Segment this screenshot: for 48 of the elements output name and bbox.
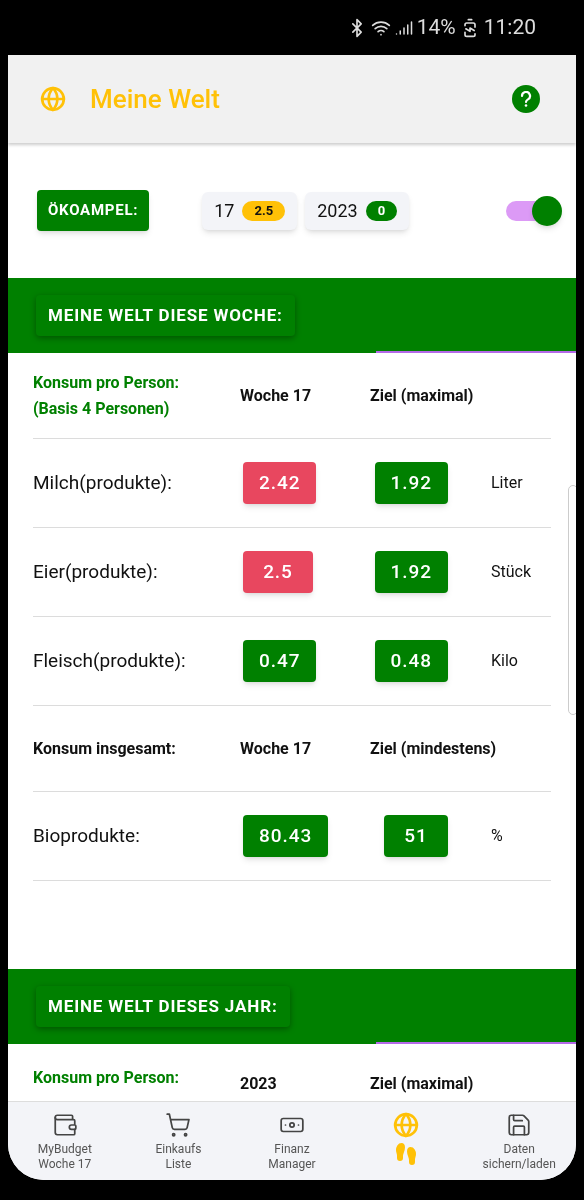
row-label: Milch(produkte):: [33, 469, 173, 496]
footprints-icon: [393, 1142, 418, 1166]
target-value: 1.92: [374, 462, 448, 504]
globe-icon: [40, 86, 66, 112]
current-value: 2.5: [243, 551, 313, 593]
current-value: 2.42: [243, 462, 317, 504]
chip-label: 2023: [317, 199, 358, 223]
unit-label: Liter: [491, 472, 524, 494]
target-value: 0.48: [374, 640, 448, 682]
current-value: 80.43: [243, 815, 329, 857]
nav-tab[interactable]: Einkaufs Liste: [121, 1102, 236, 1180]
clock: 11:20: [483, 13, 536, 41]
row-label: Fleisch(produkte):: [33, 647, 187, 674]
target-value: 1.92: [374, 551, 448, 593]
help-icon: [519, 91, 533, 107]
current-value: 0.47: [243, 640, 317, 682]
column-header: Ziel (maximal): [370, 1073, 474, 1095]
chip-label: 17: [214, 199, 235, 223]
column-header: Ziel (maximal): [370, 384, 474, 407]
column-header: Ziel (mindestens): [370, 737, 497, 760]
nav-tab[interactable]: MyBudget Woche 17: [8, 1102, 122, 1180]
score-badge: 2.5: [242, 200, 286, 221]
globe-icon: [392, 1112, 419, 1138]
score-badge: 0: [365, 200, 398, 221]
toggle-switch[interactable]: [506, 194, 562, 227]
nav-tab[interactable]: Finanz Manager: [235, 1102, 349, 1180]
column-header: Woche 17: [240, 737, 313, 760]
traffic-light-label: ÖKOAMPEL:: [37, 190, 150, 231]
signal-icon: [394, 18, 413, 37]
target-value: 51: [384, 815, 448, 857]
unit-label: Kilo: [491, 650, 519, 672]
cart-icon: [165, 1112, 192, 1138]
unit-label: %: [491, 825, 504, 847]
column-header: 2023: [240, 1073, 278, 1095]
battery-percent: 14%: [416, 13, 456, 41]
unit-label: Stück: [491, 561, 533, 583]
nav-tab[interactable]: Daten sichern/laden: [462, 1102, 576, 1180]
column-header: Woche 17: [240, 384, 313, 407]
row-label: Bioprodukte:: [33, 822, 141, 849]
column-header: Konsum pro Person:: [33, 1067, 181, 1089]
app-title: Meine Welt: [90, 82, 220, 116]
section-title: MEINE WELT DIESES JAHR:: [36, 985, 290, 1028]
column-header: Konsum insgesamt:: [33, 737, 177, 760]
column-header: Konsum pro Person: (Basis 4 Personen): [33, 371, 181, 420]
section-title: MEINE WELT DIESE WOCHE:: [36, 294, 295, 337]
wallet-icon: [51, 1112, 78, 1138]
help-button[interactable]: [512, 85, 540, 113]
row-label: Eier(produkte):: [33, 558, 159, 585]
